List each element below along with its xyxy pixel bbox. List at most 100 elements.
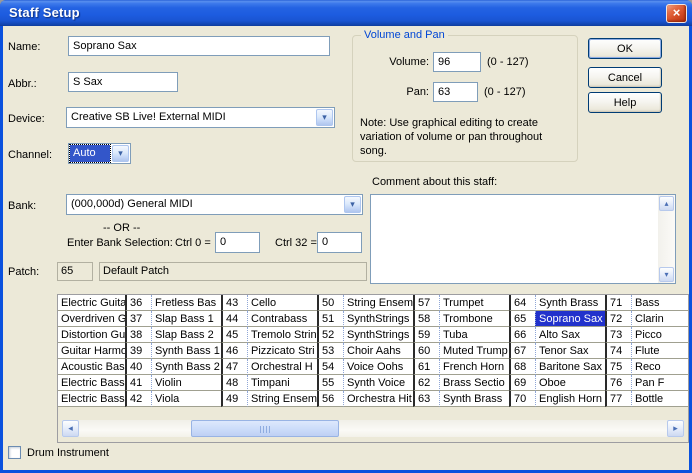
patch-name-cell[interactable]: Synth Brass [439,391,509,407]
patch-name-cell[interactable]: Tuba [439,327,509,343]
patch-number-cell[interactable]: 55 [317,375,343,391]
comment-vertical-scrollbar[interactable]: ▴ ▾ [658,195,675,283]
patch-number-cell[interactable]: 52 [317,327,343,343]
patch-name-cell[interactable]: SynthStrings [343,311,413,327]
patch-number-cell[interactable]: 49 [221,391,247,407]
patch-name-cell[interactable]: SynthStrings [343,327,413,343]
ctrl32-input[interactable]: 0 [317,232,362,253]
patch-number-cell[interactable]: 69 [509,375,535,391]
bank-dropdown[interactable]: (000,000d) General MIDI ▾ [66,194,363,215]
patch-name-cell[interactable]: Violin [151,375,221,391]
patch-name-cell[interactable]: Synth Brass [535,295,605,311]
patch-number-cell[interactable]: 40 [125,359,151,375]
ok-button[interactable]: OK [588,38,662,59]
patch-number-cell[interactable]: 68 [509,359,535,375]
patch-name-cell[interactable]: Brass Sectio [439,375,509,391]
patch-number-cell[interactable]: 72 [605,311,631,327]
patch-number-cell[interactable]: 43 [221,295,247,311]
patch-name-cell[interactable]: Picco [631,327,689,343]
patch-name-cell[interactable]: Synth Bass 2 [151,359,221,375]
patch-name-cell[interactable]: String Ensem [343,295,413,311]
patch-name-cell[interactable]: Tremolo Strin [247,327,317,343]
patch-name-cell[interactable]: Orchestra Hit [343,391,413,407]
patch-number-cell[interactable]: 74 [605,343,631,359]
patch-number-cell[interactable]: 58 [413,311,439,327]
patch-name-cell[interactable]: Contrabass [247,311,317,327]
patch-name-cell[interactable]: Bottle [631,391,689,407]
patch-number-cell[interactable]: 54 [317,359,343,375]
scroll-right-button[interactable]: ▸ [667,420,684,437]
scroll-down-button[interactable]: ▾ [659,267,674,282]
patch-name-cell[interactable]: String Ensem [247,391,317,407]
title-bar[interactable]: Staff Setup × [0,0,692,26]
patch-number-cell[interactable]: 45 [221,327,247,343]
patch-number-cell[interactable]: 44 [221,311,247,327]
patch-name-cell[interactable]: Reco [631,359,689,375]
help-button[interactable]: Help [588,92,662,113]
patch-number-cell[interactable]: 64 [509,295,535,311]
drum-instrument-checkbox[interactable] [8,446,21,459]
patch-name-cell[interactable]: Choir Aahs [343,343,413,359]
channel-dropdown[interactable]: Auto ▾ [68,143,131,164]
patch-number-cell[interactable]: 62 [413,375,439,391]
patch-name-cell[interactable]: Guitar Harmo [58,343,125,359]
patch-number-cell[interactable]: 76 [605,375,631,391]
scroll-left-button[interactable]: ◂ [62,420,79,437]
patch-number-cell[interactable]: 38 [125,327,151,343]
patch-number-cell[interactable]: 46 [221,343,247,359]
patch-number-cell[interactable]: 39 [125,343,151,359]
patch-number-cell[interactable]: 50 [317,295,343,311]
scrollbar-thumb[interactable] [191,420,339,437]
patch-name-cell[interactable]: Electric Guita [58,295,125,311]
patch-name-cell[interactable]: English Horn [535,391,605,407]
comment-textarea[interactable]: ▴ ▾ [370,194,676,284]
patch-horizontal-scrollbar[interactable]: ◂ ▸ [62,420,684,437]
name-input[interactable]: Soprano Sax [68,36,330,56]
ctrl0-input[interactable]: 0 [215,232,260,253]
patch-name-cell[interactable]: Electric Bass [58,375,125,391]
patch-number-cell[interactable]: 37 [125,311,151,327]
patch-name-cell[interactable]: Synth Voice [343,375,413,391]
patch-number-cell[interactable]: 53 [317,343,343,359]
patch-name-cell[interactable]: French Horn [439,359,509,375]
bank-dropdown-button[interactable]: ▾ [344,196,361,213]
patch-number-cell[interactable]: 36 [125,295,151,311]
patch-number-cell[interactable]: 56 [317,391,343,407]
patch-number-cell[interactable]: 61 [413,359,439,375]
patch-number-cell[interactable]: 67 [509,343,535,359]
patch-name-cell[interactable]: Baritone Sax [535,359,605,375]
scroll-up-button[interactable]: ▴ [659,196,674,211]
patch-name-cell[interactable]: Pan F [631,375,689,391]
close-button[interactable]: × [666,4,687,23]
patch-name-cell[interactable]: Soprano Sax [535,311,605,327]
patch-number-cell[interactable]: 51 [317,311,343,327]
patch-name-cell[interactable]: Pizzicato Stri [247,343,317,359]
patch-name-cell[interactable]: Electric Bass [58,391,125,407]
patch-number-cell[interactable]: 73 [605,327,631,343]
patch-number-cell[interactable]: 41 [125,375,151,391]
abbr-input[interactable]: S Sax [68,72,178,92]
patch-name-cell[interactable]: Tenor Sax [535,343,605,359]
patch-name-cell[interactable]: Slap Bass 2 [151,327,221,343]
cancel-button[interactable]: Cancel [588,67,662,88]
patch-name-cell[interactable]: Cello [247,295,317,311]
patch-name-cell[interactable]: Distortion Gui [58,327,125,343]
patch-number-cell[interactable]: 60 [413,343,439,359]
channel-dropdown-button[interactable]: ▾ [112,145,129,162]
patch-name-cell[interactable]: Orchestral H [247,359,317,375]
patch-name-cell[interactable]: Synth Bass 1 [151,343,221,359]
patch-name-cell[interactable]: Overdriven G [58,311,125,327]
patch-number-cell[interactable]: 63 [413,391,439,407]
patch-number-cell[interactable]: 42 [125,391,151,407]
patch-number-cell[interactable]: 75 [605,359,631,375]
patch-number-cell[interactable]: 57 [413,295,439,311]
device-dropdown-button[interactable]: ▾ [316,109,333,126]
patch-number-cell[interactable]: 59 [413,327,439,343]
device-dropdown[interactable]: Creative SB Live! External MIDI ▾ [66,107,335,128]
patch-name-cell[interactable]: Flute [631,343,689,359]
patch-number-cell[interactable]: 77 [605,391,631,407]
patch-name-cell[interactable]: Muted Trump [439,343,509,359]
patch-name-cell[interactable]: Oboe [535,375,605,391]
patch-number-cell[interactable]: 70 [509,391,535,407]
patch-number-cell[interactable]: 48 [221,375,247,391]
